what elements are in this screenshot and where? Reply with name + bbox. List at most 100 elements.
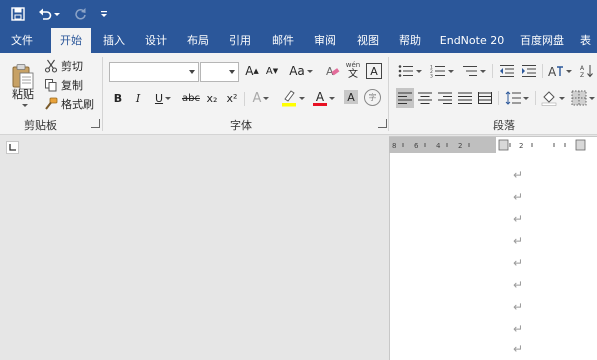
svg-text:2: 2 <box>519 142 523 150</box>
ribbon-tabs: 文件 开始 插入 设计 布局 引用 邮件 审阅 视图 帮助 EndNote 20… <box>0 28 597 53</box>
tab-layout[interactable]: 布局 <box>178 28 218 53</box>
save-icon[interactable] <box>8 4 28 24</box>
tab-baidu-netdisk[interactable]: 百度网盘 <box>516 28 568 53</box>
paragraph-mark: ↵ <box>513 212 524 226</box>
svg-text:A: A <box>548 65 557 78</box>
group-divider <box>102 57 103 131</box>
clear-formatting-icon[interactable]: A <box>324 62 342 80</box>
text-effects-label: A <box>252 90 262 106</box>
grow-font-button[interactable]: A ▲ <box>243 62 261 80</box>
paragraph-mark: ↵ <box>513 342 524 356</box>
font-color-label: A <box>315 89 325 104</box>
font-group-label: 字体 <box>230 119 252 132</box>
format-painter-button[interactable]: 格式刷 <box>44 95 94 112</box>
tab-selector[interactable] <box>0 135 23 155</box>
font-size-combo[interactable] <box>200 62 239 82</box>
highlight-color-button[interactable] <box>281 88 305 108</box>
clipboard-launcher-icon[interactable] <box>91 119 100 128</box>
cut-button[interactable]: 剪切 <box>44 57 83 74</box>
tab-mailings[interactable]: 邮件 <box>263 28 303 53</box>
tab-endnote[interactable]: EndNote 20 <box>437 28 507 53</box>
line-spacing-button[interactable] <box>503 88 531 108</box>
strikethrough-button[interactable]: abc <box>182 89 200 107</box>
paste-dropdown-icon[interactable] <box>18 101 30 109</box>
borders-button[interactable] <box>571 88 597 108</box>
font-name-combo[interactable] <box>109 62 199 82</box>
paragraph-mark: ↵ <box>513 300 524 314</box>
paragraph-mark: ↵ <box>513 168 524 182</box>
phonetic-bottom-label: 文 <box>348 69 358 80</box>
character-shading-button[interactable]: A <box>344 90 358 104</box>
multilevel-list-button[interactable] <box>460 62 488 80</box>
svg-text:3: 3 <box>430 74 433 79</box>
align-right-icon[interactable] <box>436 88 454 108</box>
subscript-button[interactable]: x₂ <box>204 89 220 107</box>
shrink-font-button[interactable]: A ▼ <box>263 62 281 80</box>
paint-bucket-icon <box>541 91 557 106</box>
enclose-characters-button[interactable]: 字 <box>364 89 381 106</box>
change-case-label: Aa <box>289 64 305 78</box>
phonetic-guide-button[interactable]: wén 文 <box>345 59 361 81</box>
italic-button[interactable]: I <box>131 89 145 107</box>
ribbon-home: 粘贴 剪切 复制 格式刷 剪贴板 A ▲ A ▼ Aa A wén 文 A B I … <box>0 53 597 135</box>
redo-icon[interactable] <box>70 4 90 24</box>
bold-button[interactable]: B <box>111 89 125 107</box>
paragraph-mark: ↵ <box>513 234 524 248</box>
tab-design[interactable]: 设计 <box>136 28 176 53</box>
tab-home[interactable]: 开始 <box>51 28 91 53</box>
svg-text:2: 2 <box>458 142 462 150</box>
group-divider <box>388 57 389 131</box>
copy-icon <box>45 78 57 91</box>
multilevel-list-icon <box>463 66 477 76</box>
tab-view[interactable]: 视图 <box>348 28 388 53</box>
grow-font-label: A <box>245 64 254 78</box>
asian-layout-button[interactable]: A <box>546 62 574 80</box>
paragraph-mark: ↵ <box>513 256 524 270</box>
distributed-icon[interactable] <box>476 88 494 108</box>
undo-icon[interactable] <box>36 4 62 24</box>
highlighter-icon <box>282 90 296 107</box>
asian-layout-icon: A <box>548 65 563 78</box>
scissors-icon <box>44 59 58 73</box>
document-page[interactable]: ↵ ↵ ↵ ↵ ↵ ↵ ↵ ↵ ↵ <box>389 153 597 360</box>
svg-text:Z: Z <box>580 72 584 78</box>
superscript-button[interactable]: x² <box>224 89 240 107</box>
change-case-button[interactable]: Aa <box>287 62 315 80</box>
justify-icon[interactable] <box>456 88 474 108</box>
tab-review[interactable]: 审阅 <box>305 28 345 53</box>
underline-button[interactable]: U <box>151 89 175 107</box>
customize-qat-icon[interactable] <box>96 4 112 24</box>
character-border-button[interactable]: A <box>366 63 382 79</box>
sort-icon[interactable]: AZ <box>580 62 597 80</box>
copy-button[interactable]: 复制 <box>44 76 83 93</box>
tab-table[interactable]: 表 <box>580 28 597 53</box>
paragraph-row-divider <box>498 91 499 105</box>
align-center-icon[interactable] <box>416 88 434 108</box>
shading-button[interactable] <box>539 88 567 108</box>
svg-text:6: 6 <box>414 142 419 150</box>
font-color-button[interactable]: A <box>312 88 336 108</box>
decrease-indent-icon[interactable] <box>498 62 516 80</box>
svg-text:A: A <box>580 65 585 72</box>
horizontal-ruler[interactable]: 8 6 4 2 2 <box>389 136 597 154</box>
font-launcher-icon[interactable] <box>378 119 387 128</box>
font-row-divider <box>244 92 245 106</box>
svg-text:8: 8 <box>392 142 396 150</box>
bullets-button[interactable] <box>396 62 424 80</box>
paragraph-group-label: 段落 <box>493 119 515 132</box>
paragraph-mark: ↵ <box>513 190 524 204</box>
underline-label: U <box>154 91 164 105</box>
ruler-ticks: 8 6 4 2 2 <box>392 139 586 151</box>
numbering-button[interactable]: 123 <box>428 62 456 80</box>
clipboard-group-label: 剪贴板 <box>24 119 57 132</box>
format-painter-label: 格式刷 <box>61 97 94 111</box>
text-effects-button[interactable]: A <box>249 89 273 107</box>
align-left-icon[interactable] <box>396 88 414 108</box>
paste-label: 粘贴 <box>12 88 34 101</box>
borders-icon <box>571 90 587 106</box>
tab-references[interactable]: 引用 <box>220 28 260 53</box>
tab-help[interactable]: 帮助 <box>390 28 430 53</box>
tab-file[interactable]: 文件 <box>2 28 42 53</box>
tab-insert[interactable]: 插入 <box>94 28 134 53</box>
increase-indent-icon[interactable] <box>520 62 538 80</box>
